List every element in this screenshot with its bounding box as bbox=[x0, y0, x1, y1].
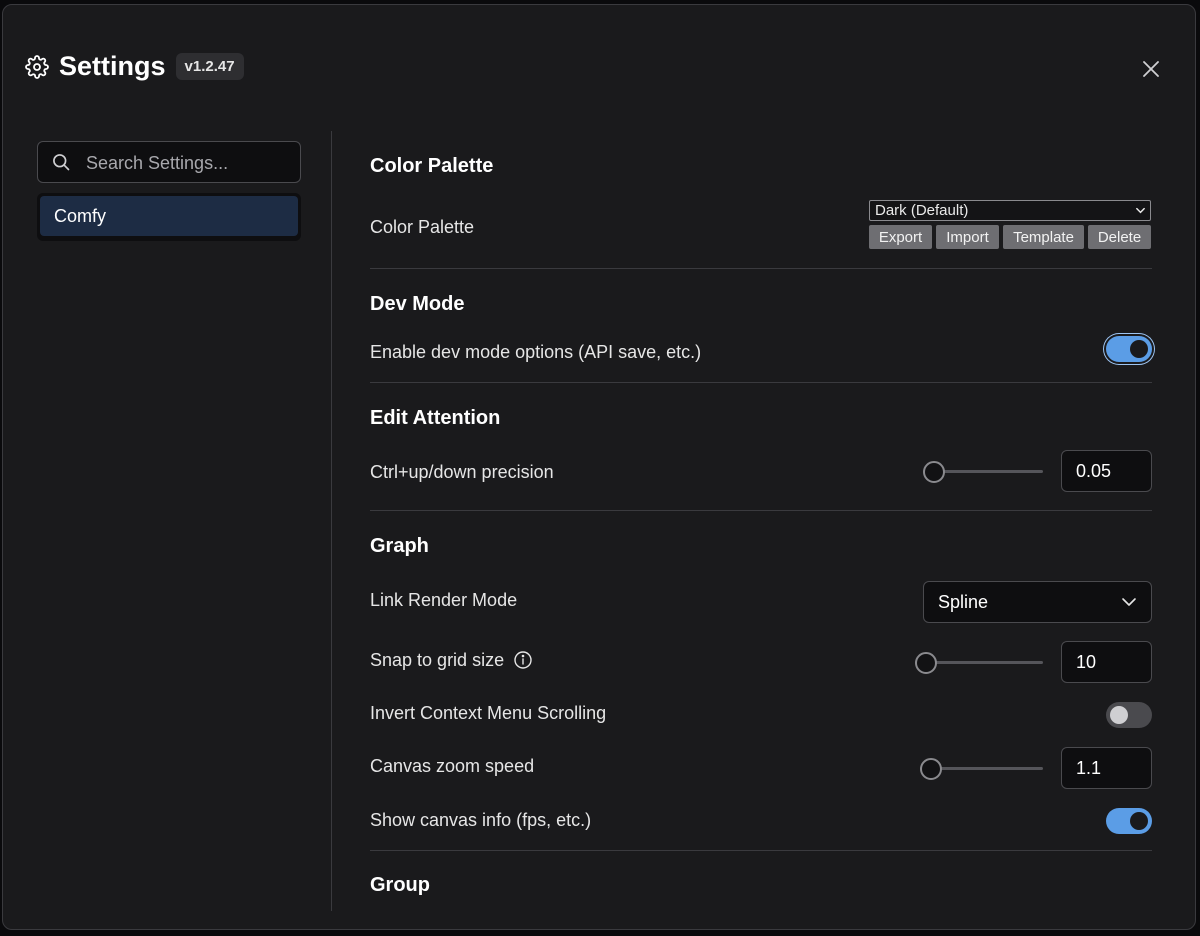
invert-scroll-toggle[interactable] bbox=[1106, 702, 1152, 728]
export-button[interactable]: Export bbox=[869, 225, 932, 249]
import-button[interactable]: Import bbox=[936, 225, 999, 249]
chevron-down-icon bbox=[1122, 598, 1136, 606]
category-list: Comfy bbox=[37, 193, 301, 241]
precision-slider[interactable] bbox=[923, 461, 1043, 483]
settings-content: Color Palette Color Palette Dark (Defaul… bbox=[370, 5, 1152, 929]
search-box bbox=[37, 141, 301, 184]
gear-icon bbox=[25, 54, 49, 79]
canvas-info-label: Show canvas info (fps, etc.) bbox=[370, 810, 592, 830]
dialog-header: Settings v1.2.47 bbox=[25, 51, 244, 82]
slider-thumb[interactable] bbox=[920, 758, 942, 780]
link-render-dropdown[interactable]: Spline bbox=[923, 581, 1152, 623]
dev-mode-label: Enable dev mode options (API save, etc.) bbox=[370, 342, 702, 362]
dialog-title: Settings bbox=[59, 51, 166, 81]
snap-grid-label: Snap to grid size bbox=[370, 650, 504, 671]
template-button[interactable]: Template bbox=[1003, 225, 1084, 249]
toggle-knob bbox=[1130, 812, 1148, 830]
toggle-knob bbox=[1130, 340, 1148, 358]
section-title-dev-mode: Dev Mode bbox=[370, 293, 465, 315]
divider bbox=[370, 268, 1152, 269]
zoom-speed-label: Canvas zoom speed bbox=[370, 756, 535, 776]
version-badge: v1.2.47 bbox=[175, 53, 244, 80]
precision-input[interactable]: 0.05 bbox=[1061, 450, 1152, 492]
snap-grid-slider[interactable] bbox=[915, 652, 1043, 674]
slider-thumb[interactable] bbox=[915, 652, 937, 674]
dev-mode-toggle[interactable] bbox=[1106, 336, 1152, 362]
invert-scroll-label: Invert Context Menu Scrolling bbox=[370, 703, 607, 723]
link-render-value: Spline bbox=[938, 592, 989, 612]
delete-button[interactable]: Delete bbox=[1088, 225, 1151, 249]
section-title-graph: Graph bbox=[370, 535, 429, 557]
canvas-info-toggle[interactable] bbox=[1106, 808, 1152, 834]
settings-dialog: Settings v1.2.47 Comfy Color Palette Col… bbox=[2, 4, 1196, 930]
search-input[interactable] bbox=[84, 142, 298, 184]
sidebar-item-comfy[interactable]: Comfy bbox=[40, 196, 298, 236]
settings-sidebar: Comfy bbox=[37, 141, 303, 241]
section-title-edit-attention: Edit Attention bbox=[370, 407, 501, 429]
toggle-knob bbox=[1110, 706, 1128, 724]
sidebar-item-label: Comfy bbox=[54, 205, 107, 226]
snap-grid-input[interactable]: 10 bbox=[1061, 641, 1152, 683]
snap-grid-label-text: Snap to grid size bbox=[370, 650, 505, 670]
color-palette-label: Color Palette bbox=[370, 217, 475, 237]
info-icon[interactable] bbox=[513, 650, 533, 670]
zoom-speed-slider[interactable] bbox=[920, 758, 1043, 780]
zoom-speed-input[interactable]: 1.1 bbox=[1061, 747, 1152, 789]
sidebar-divider bbox=[331, 131, 332, 911]
divider bbox=[370, 510, 1152, 511]
section-title-color-palette: Color Palette bbox=[370, 155, 494, 177]
divider bbox=[370, 850, 1152, 851]
slider-thumb[interactable] bbox=[923, 461, 945, 483]
color-palette-value: Dark (Default) bbox=[875, 202, 969, 219]
color-palette-select[interactable]: Dark (Default) bbox=[869, 200, 1151, 221]
chevron-down-icon bbox=[1136, 207, 1145, 214]
divider bbox=[370, 382, 1152, 383]
precision-label: Ctrl+up/down precision bbox=[370, 462, 554, 482]
link-render-label: Link Render Mode bbox=[370, 590, 518, 610]
search-icon bbox=[53, 154, 70, 171]
section-title-group: Group bbox=[370, 874, 430, 896]
